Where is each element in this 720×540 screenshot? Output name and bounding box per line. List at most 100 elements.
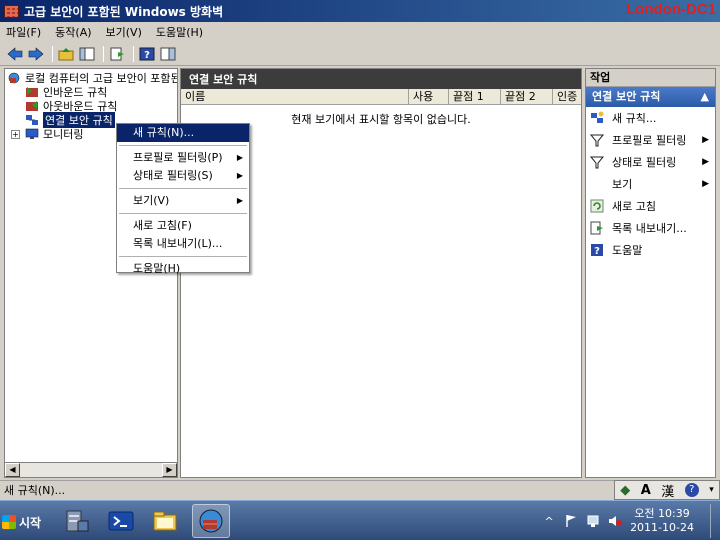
folder-icon xyxy=(153,511,177,531)
filter-icon xyxy=(590,155,604,169)
action-filter-state[interactable]: 상태로 필터링 ▶ xyxy=(586,151,715,173)
menu-action[interactable]: 동작(A) xyxy=(55,24,91,40)
tree-horizontal-scrollbar[interactable]: ◀ ▶ xyxy=(4,462,178,478)
system-tray: ^ 오전 10:39 2011-10-24 xyxy=(542,504,720,538)
show-hide-tree-icon[interactable] xyxy=(78,45,96,63)
export-list-icon[interactable] xyxy=(108,45,126,63)
menu-file[interactable]: 파일(F) xyxy=(6,24,41,40)
properties-pane-icon[interactable] xyxy=(159,45,177,63)
clock-time: 오전 10:39 xyxy=(634,507,690,520)
tree-item-connection-security[interactable]: 연결 보안 규칙 xyxy=(25,112,115,128)
ime-menu-icon[interactable]: ▾ xyxy=(709,485,714,495)
results-pane-header: 연결 보안 규칙 xyxy=(181,69,581,89)
context-export-list[interactable]: 목록 내보내기(L)... xyxy=(117,235,249,253)
filter-icon xyxy=(590,133,604,147)
context-help[interactable]: 도움말(H) xyxy=(117,260,249,278)
taskbar-powershell[interactable] xyxy=(102,504,140,538)
column-enabled[interactable]: 사용 xyxy=(409,89,449,104)
ime-lang-mode[interactable]: A xyxy=(641,483,651,498)
actions-pane: 작업 연결 보안 규칙 ▲ 새 규칙... 프로필로 필터링 ▶ 상태로 필터링… xyxy=(585,68,716,478)
volume-muted-icon[interactable] xyxy=(608,514,623,528)
action-refresh[interactable]: 새로 고침 xyxy=(586,195,715,217)
submenu-arrow-icon: ▶ xyxy=(236,171,243,180)
submenu-arrow-icon: ▶ xyxy=(702,157,709,167)
submenu-arrow-icon: ▶ xyxy=(702,135,709,145)
menu-view[interactable]: 보기(V) xyxy=(106,24,142,40)
taskbar-firewall[interactable] xyxy=(192,504,230,538)
taskbar-explorer[interactable] xyxy=(146,504,184,538)
ime-tool-icon[interactable]: ◆ xyxy=(620,483,630,498)
powershell-icon xyxy=(108,511,134,531)
window-title: 고급 보안이 포함된 Windows 방화벽 xyxy=(24,4,224,19)
system-clock[interactable]: 오전 10:39 2011-10-24 xyxy=(630,507,694,535)
taskbar-server-manager[interactable] xyxy=(58,504,96,538)
window-title-bar[interactable]: 고급 보안이 포함된 Windows 방화벽 London-DC1 xyxy=(0,0,720,22)
menu-help[interactable]: 도움말(H) xyxy=(156,24,203,40)
firewall-app-icon xyxy=(4,4,19,18)
action-center-flag-icon[interactable] xyxy=(564,514,578,528)
context-new-rule[interactable]: 새 규칙(N)... xyxy=(117,124,249,142)
column-endpoint-2[interactable]: 끝점 2 xyxy=(501,89,553,104)
submenu-arrow-icon: ▶ xyxy=(236,196,243,205)
action-view[interactable]: 보기 ▶ xyxy=(586,173,715,195)
monitoring-icon xyxy=(25,128,39,140)
tree-root[interactable]: 로컬 컴퓨터의 고급 보안이 포함된 xyxy=(7,71,177,85)
context-view[interactable]: 보기(V) ▶ xyxy=(117,192,249,210)
start-label: 시작 xyxy=(19,515,42,530)
svg-text:?: ? xyxy=(594,246,600,257)
firewall-globe-icon xyxy=(199,509,223,533)
submenu-arrow-icon: ▶ xyxy=(236,153,243,162)
help-icon: ? xyxy=(590,243,604,257)
show-hidden-icons-icon[interactable]: ^ xyxy=(542,514,556,528)
tree-item-outbound[interactable]: 아웃바운드 규칙 xyxy=(25,99,117,113)
help-icon[interactable]: ? xyxy=(138,45,156,63)
column-auth[interactable]: 인증 xyxy=(553,89,581,104)
server-manager-icon xyxy=(66,510,89,532)
start-button[interactable]: 시작 xyxy=(2,511,48,533)
actions-pane-header: 작업 xyxy=(586,69,715,87)
action-filter-profile[interactable]: 프로필로 필터링 ▶ xyxy=(586,129,715,151)
scroll-left-icon[interactable]: ◀ xyxy=(5,463,20,477)
refresh-icon xyxy=(590,199,604,213)
clock-date: 2011-10-24 xyxy=(630,521,694,534)
context-filter-profile[interactable]: 프로필로 필터링(P) ▶ xyxy=(117,149,249,167)
menu-bar: 파일(F) 동작(A) 보기(V) 도움말(H) xyxy=(0,22,720,42)
outbound-rules-icon xyxy=(25,100,39,112)
context-filter-state[interactable]: 상태로 필터링(S) ▶ xyxy=(117,167,249,185)
windows-flag-icon xyxy=(2,515,16,529)
expand-plus-icon[interactable]: + xyxy=(11,129,20,139)
action-help[interactable]: ? 도움말 xyxy=(586,239,715,261)
svg-text:?: ? xyxy=(144,50,150,61)
tree-item-monitoring[interactable]: + 모니터링 xyxy=(11,127,83,141)
collapse-arrow-icon[interactable]: ▲ xyxy=(701,87,709,107)
actions-section-header[interactable]: 연결 보안 규칙 ▲ xyxy=(586,87,715,107)
ime-bar[interactable]: ◆ A 漢 ? ▾ xyxy=(614,480,720,500)
new-rule-icon xyxy=(590,111,604,125)
network-icon[interactable] xyxy=(586,514,600,528)
inbound-rules-icon xyxy=(25,86,39,98)
context-refresh[interactable]: 새로 고침(F) xyxy=(117,217,249,235)
up-folder-icon[interactable] xyxy=(57,45,75,63)
status-text: 새 규칙(N)... xyxy=(4,483,66,497)
column-name[interactable]: 이름 xyxy=(181,89,409,104)
ime-hanja-mode[interactable]: 漢 xyxy=(661,481,674,500)
show-desktop-button[interactable] xyxy=(710,504,720,538)
connection-security-icon xyxy=(25,114,39,126)
back-arrow-icon[interactable] xyxy=(6,45,24,63)
submenu-arrow-icon: ▶ xyxy=(702,179,709,189)
column-endpoint-1[interactable]: 끝점 1 xyxy=(449,89,501,104)
action-export-list[interactable]: 목록 내보내기... xyxy=(586,217,715,239)
ime-help-icon[interactable]: ? xyxy=(684,483,699,497)
status-bar: 새 규칙(N)... xyxy=(0,480,720,498)
export-list-icon xyxy=(590,221,604,235)
tree-item-label: 모니터링 xyxy=(43,128,84,141)
toolbar: ? xyxy=(0,42,720,66)
taskbar: 시작 ^ 오전 10:39 2011-10-24 xyxy=(0,500,720,540)
firewall-globe-icon xyxy=(7,72,21,84)
actions-section-label: 연결 보안 규칙 xyxy=(592,90,661,103)
tree-item-inbound[interactable]: 인바운드 규칙 xyxy=(25,85,107,99)
column-headers: 이름 사용 끝점 1 끝점 2 인증 xyxy=(181,89,581,105)
action-new-rule[interactable]: 새 규칙... xyxy=(586,107,715,129)
scroll-right-icon[interactable]: ▶ xyxy=(162,463,177,477)
forward-arrow-icon[interactable] xyxy=(27,45,45,63)
